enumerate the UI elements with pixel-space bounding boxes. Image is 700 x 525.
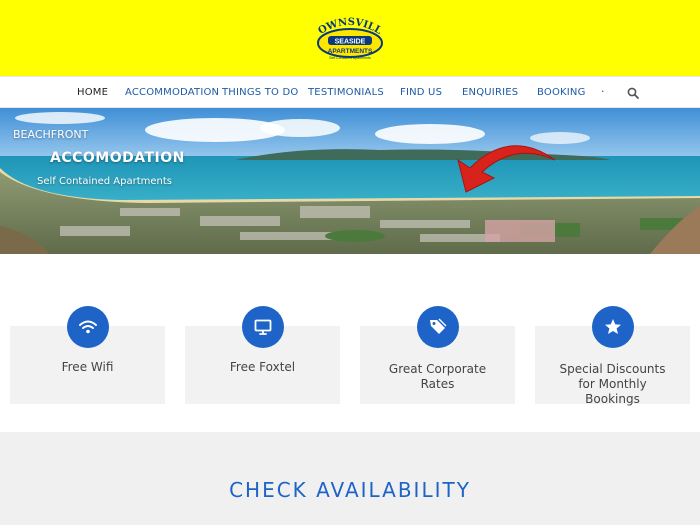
nav-separator: · bbox=[601, 85, 605, 98]
feature-label-wifi: Free Wifi bbox=[61, 360, 114, 374]
star-icon bbox=[592, 306, 634, 348]
wifi-icon bbox=[67, 306, 109, 348]
tag-icon bbox=[417, 306, 459, 348]
hero-line-subtitle: Self Contained Apartments bbox=[37, 176, 172, 187]
check-availability-heading: CHECK AVAILABILITY bbox=[229, 478, 471, 502]
nav-item-booking[interactable]: BOOKING bbox=[537, 87, 586, 98]
tv-icon bbox=[242, 306, 284, 348]
nav-item-things-to-do[interactable]: THINGS TO DO bbox=[222, 87, 298, 98]
site-logo[interactable]: TOWNSVILLE SEASIDE APARTMENTS Self Conta… bbox=[308, 8, 388, 62]
logo-tagline: Self Contained Apartments bbox=[329, 56, 371, 60]
search-icon[interactable] bbox=[627, 87, 639, 99]
nav-item-testimonials[interactable]: TESTIMONIALS bbox=[308, 87, 384, 98]
main-nav: HOME ACCOMMODATION THINGS TO DO TESTIMON… bbox=[0, 76, 700, 108]
feature-label-discounts: Special Discounts for Monthly Bookings bbox=[559, 362, 666, 406]
logo-text-bottom: APARTMENTS bbox=[328, 48, 373, 55]
site-header: TOWNSVILLE SEASIDE APARTMENTS Self Conta… bbox=[0, 0, 700, 76]
feature-label-foxtel: Free Foxtel bbox=[229, 360, 296, 374]
hero-line-beachfront: BEACHFRONT bbox=[13, 128, 89, 141]
nav-item-find-us[interactable]: FIND US bbox=[400, 87, 442, 98]
hero-banner: BEACHFRONT ACCOMODATION Self Contained A… bbox=[0, 108, 700, 254]
feature-label-corporate: Great Corporate Rates bbox=[388, 362, 487, 391]
availability-section: CHECK AVAILABILITY bbox=[0, 432, 700, 525]
logo-graphic: TOWNSVILLE SEASIDE APARTMENTS Self Conta… bbox=[308, 8, 383, 60]
hero-line-accomodation: ACCOMODATION bbox=[50, 150, 185, 166]
nav-item-enquiries[interactable]: ENQUIRIES bbox=[462, 87, 518, 98]
logo-text-mid: SEASIDE bbox=[335, 39, 366, 46]
features-section: Free Wifi Free Foxtel Great Corporate Ra… bbox=[0, 254, 700, 432]
nav-item-accommodation[interactable]: ACCOMMODATION bbox=[125, 87, 219, 98]
nav-item-home[interactable]: HOME bbox=[77, 87, 108, 98]
